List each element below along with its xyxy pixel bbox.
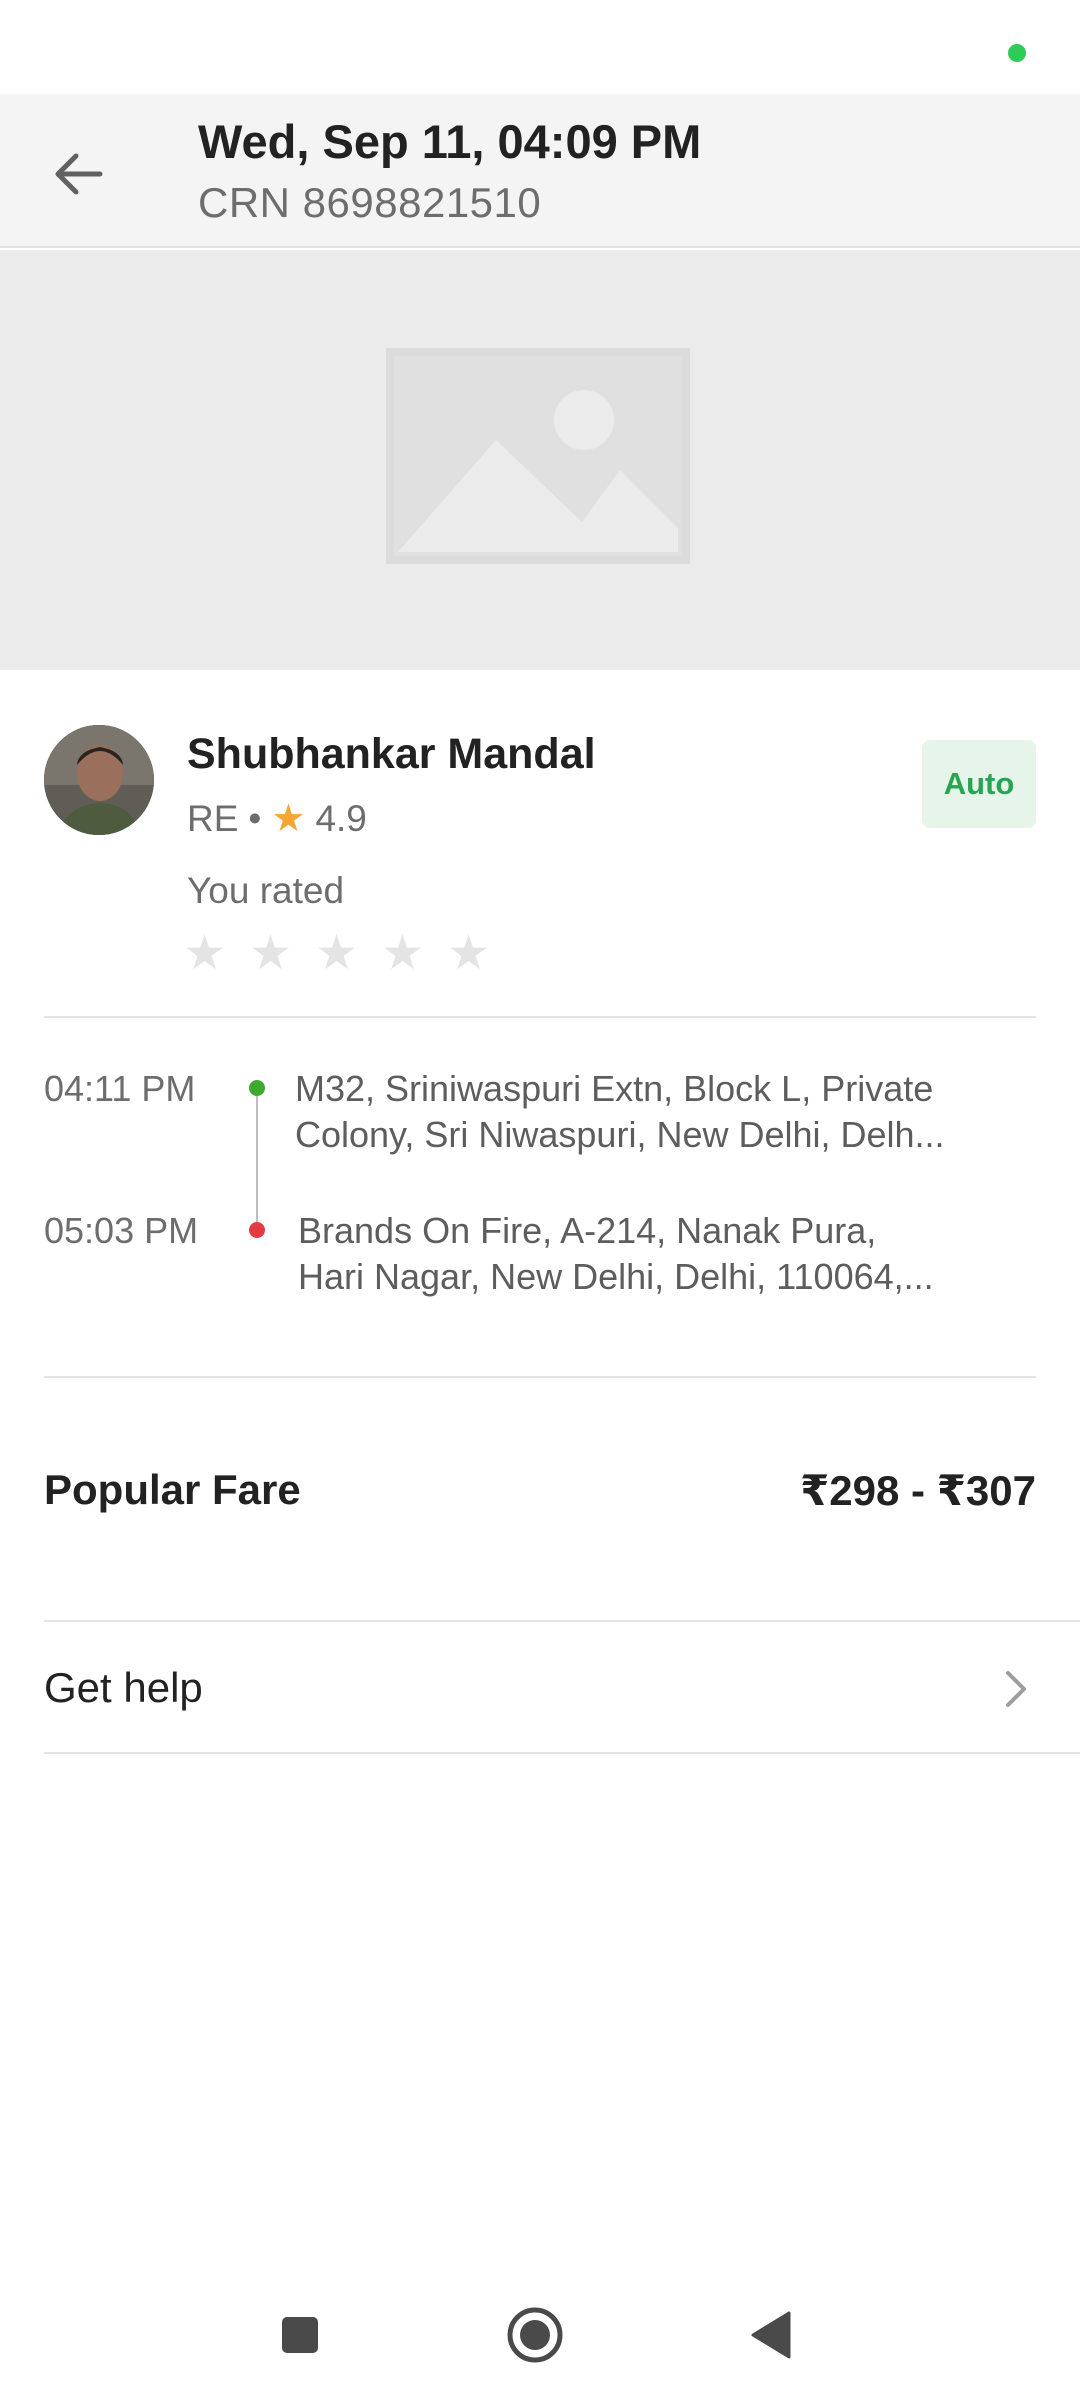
home-button[interactable] — [500, 2300, 570, 2370]
driver-info: Shubhankar Mandal RE • ★ 4.9 Auto You ra… — [0, 670, 1080, 1018]
square-icon — [282, 2317, 318, 2353]
driver-name: Shubhankar Mandal — [187, 730, 596, 778]
drop-address: Brands On Fire, A-214, Nanak Pura, Hari … — [298, 1208, 998, 1300]
image-placeholder-icon — [386, 348, 690, 564]
rating-star-5[interactable]: ★ — [447, 925, 513, 981]
status-bar — [0, 0, 1080, 94]
drop-time: 05:03 PM — [44, 1210, 199, 1251]
back-nav-button[interactable] — [736, 2300, 806, 2370]
ride-details-header: Wed, Sep 11, 04:09 PM CRN 8698821510 — [0, 94, 1080, 248]
pickup-address-line2: Colony, Sri Niwaspuri, New Delhi, Delh..… — [295, 1114, 945, 1155]
drop-address-line2: Hari Nagar, New Delhi, Delhi, 110064,... — [298, 1256, 934, 1297]
rating-star-2[interactable]: ★ — [249, 925, 315, 981]
drop-address-line1: Brands On Fire, A-214, Nanak Pura, — [298, 1210, 877, 1251]
you-rated-label: You rated — [187, 870, 345, 911]
driver-avatar — [44, 725, 154, 835]
divider — [44, 1752, 1080, 1754]
recents-button[interactable] — [265, 2300, 335, 2370]
rating-star-1[interactable]: ★ — [183, 925, 249, 981]
driver-photo — [44, 725, 154, 835]
system-nav-bar — [0, 2270, 1080, 2400]
get-help-label: Get help — [44, 1664, 203, 1711]
vehicle-type-badge: Auto — [922, 740, 1036, 828]
trip-route: 04:11 PM M32, Sriniwaspuri Extn, Block L… — [0, 1020, 1080, 1375]
crn-number: CRN 8698821510 — [198, 179, 542, 226]
star-icon: ★ — [271, 798, 306, 840]
rating-star-3[interactable]: ★ — [315, 925, 381, 981]
divider — [44, 1376, 1036, 1378]
driver-meta: RE • ★ 4.9 — [187, 796, 367, 841]
route-map — [0, 250, 1080, 670]
divider — [44, 1016, 1036, 1018]
chevron-right-icon — [996, 1664, 1036, 1714]
driver-code: RE — [187, 797, 239, 839]
pickup-address-line1: M32, Sriniwaspuri Extn, Block L, Private — [295, 1068, 934, 1109]
drop-pin-icon — [249, 1222, 265, 1238]
driver-rating: 4.9 — [315, 797, 367, 839]
pickup-pin-icon — [249, 1080, 265, 1096]
route-line — [256, 1096, 258, 1222]
get-help-row[interactable]: Get help — [0, 1622, 1080, 1752]
fare-label: Popular Fare — [44, 1466, 301, 1513]
meta-separator: • — [248, 797, 262, 839]
arrow-left-icon — [55, 153, 103, 195]
rating-stars: ★ ★ ★ ★ ★ — [183, 925, 513, 981]
pickup-time: 04:11 PM — [44, 1068, 196, 1109]
fare-value: ₹298 - ₹307 — [800, 1467, 1036, 1514]
fare-row: Popular Fare ₹298 - ₹307 — [0, 1418, 1080, 1568]
ride-datetime: Wed, Sep 11, 04:09 PM — [198, 115, 702, 168]
rating-star-4[interactable]: ★ — [381, 925, 447, 981]
circle-icon — [507, 2307, 563, 2363]
pickup-address: M32, Sriniwaspuri Extn, Block L, Private… — [295, 1066, 995, 1158]
back-button[interactable] — [40, 136, 116, 212]
status-indicator-dot — [1008, 44, 1026, 62]
triangle-back-icon — [751, 2311, 791, 2359]
